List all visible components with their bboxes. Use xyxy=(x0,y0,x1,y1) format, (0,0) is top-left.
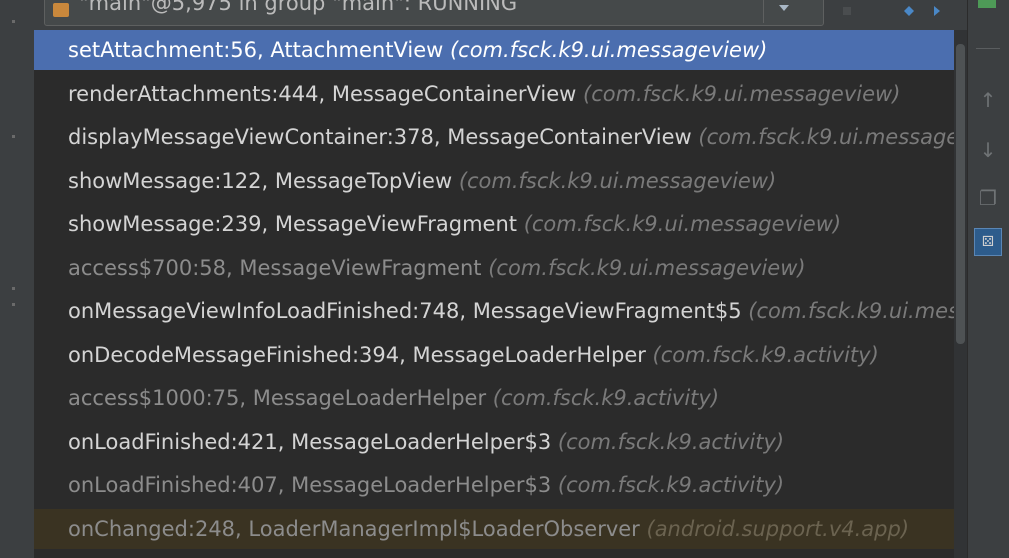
frame-package: (com.fsck.k9.ui.messageview) xyxy=(488,255,806,280)
step-diamond-icon[interactable] xyxy=(904,6,914,16)
frame-method: onChanged:248, LoaderManagerImpl$LoaderO… xyxy=(68,516,647,541)
stack-frame-row[interactable]: onLoadFinished:407, MessageLoaderHelper$… xyxy=(34,465,967,505)
toolbar-divider xyxy=(976,48,1000,49)
stack-frame-row[interactable]: onMessageViewInfoLoadFinished:748, Messa… xyxy=(34,291,967,331)
step-over-icon[interactable] xyxy=(934,6,944,16)
stack-frame-row[interactable]: displayMessageViewContainer:378, Message… xyxy=(34,117,967,157)
frame-package: (com.fsck.k9.ui.messageview) xyxy=(449,38,768,62)
frame-package: (com.fsck.k9.activity) xyxy=(492,386,720,410)
stack-frame-row[interactable]: renderAttachments:444, MessageContainerV… xyxy=(34,74,967,114)
resume-icon[interactable] xyxy=(974,0,1004,14)
arrow-down-icon[interactable]: ↓ xyxy=(974,136,1002,164)
stack-frame-row[interactable]: showMessage:122, MessageTopView (com.fsc… xyxy=(34,161,967,201)
frame-package: (com.fsck.k9.ui.messageview) xyxy=(583,81,901,106)
right-toolbar: ↑ ↓ ❐ ⚄ xyxy=(967,0,1009,558)
stack-frame-row[interactable]: access$700:58, MessageViewFragment (com.… xyxy=(34,248,967,288)
library-frames-filter-icon[interactable]: ⚄ xyxy=(974,228,1002,256)
frame-package: (com.fsck.k9.activity) xyxy=(557,429,785,454)
frame-method: showMessage:239, MessageViewFragment xyxy=(68,212,524,236)
frames-list: setAttachment:56, AttachmentView (com.fs… xyxy=(34,30,967,558)
frame-method: showMessage:122, MessageTopView xyxy=(68,168,459,193)
stack-frame-row[interactable]: onDecodeMessageFinished:394, MessageLoad… xyxy=(34,335,967,375)
gutter-marker xyxy=(12,303,15,306)
arrow-up-icon[interactable]: ↑ xyxy=(974,86,1002,114)
frame-method: onLoadFinished:407, MessageLoaderHelper$… xyxy=(68,473,558,497)
stack-frame-row[interactable]: onLoadFinished:421, MessageLoaderHelper$… xyxy=(34,422,967,462)
frame-package: (com.fsck.k9.ui.messageview) xyxy=(523,212,842,236)
frame-method: onLoadFinished:421, MessageLoaderHelper$… xyxy=(68,429,558,454)
frame-method: setAttachment:56, AttachmentView xyxy=(68,38,450,62)
stack-frame-row[interactable]: onChanged:248, LoaderManagerImpl$LoaderO… xyxy=(34,508,967,549)
frame-method: onDecodeMessageFinished:394, MessageLoad… xyxy=(68,342,653,367)
gutter-marker xyxy=(12,20,15,23)
vertical-scrollbar[interactable] xyxy=(954,30,967,558)
copy-stack-icon[interactable]: ❐ xyxy=(974,184,1002,212)
frame-package: (com.fsck.k9.ui.messageview) xyxy=(698,125,967,149)
thread-icon xyxy=(53,3,69,17)
frame-package: (android.support.v4.app) xyxy=(646,516,910,541)
frame-package: (com.fsck.k9.ui.messageview) xyxy=(458,168,777,193)
gutter-marker xyxy=(12,135,15,138)
filter-icon[interactable] xyxy=(842,6,852,16)
frame-package: (com.fsck.k9.activity) xyxy=(652,342,879,367)
frame-method: access$700:58, MessageViewFragment xyxy=(68,255,489,280)
frame-method: access$1000:75, MessageLoaderHelper xyxy=(68,386,493,410)
scrollbar-thumb[interactable] xyxy=(956,44,965,344)
thread-selector[interactable]: "main"@5,975 in group "main": RUNNING xyxy=(44,0,824,26)
stack-frame-row[interactable]: access$1000:75, MessageLoaderHelper (com… xyxy=(34,378,967,418)
frame-method: renderAttachments:444, MessageContainerV… xyxy=(68,81,584,106)
stack-frame-row[interactable]: showMessage:239, MessageViewFragment (co… xyxy=(34,204,967,244)
gutter-marker xyxy=(12,287,15,290)
frame-method: displayMessageViewContainer:378, Message… xyxy=(68,125,699,149)
left-gutter xyxy=(0,0,34,558)
frame-package: (com.fsck.k9.activity) xyxy=(557,473,785,497)
stack-frame-row[interactable]: setAttachment:56, AttachmentView (com.fs… xyxy=(34,30,967,70)
thread-toolbar: "main"@5,975 in group "main": RUNNING xyxy=(34,0,967,31)
frame-package: (com.fsck.k9.ui.messageview) xyxy=(748,299,967,323)
chevron-down-icon[interactable] xyxy=(763,0,803,23)
thread-selector-label: "main"@5,975 in group "main": RUNNING xyxy=(79,0,518,15)
frame-method: onMessageViewInfoLoadFinished:748, Messa… xyxy=(68,299,749,323)
